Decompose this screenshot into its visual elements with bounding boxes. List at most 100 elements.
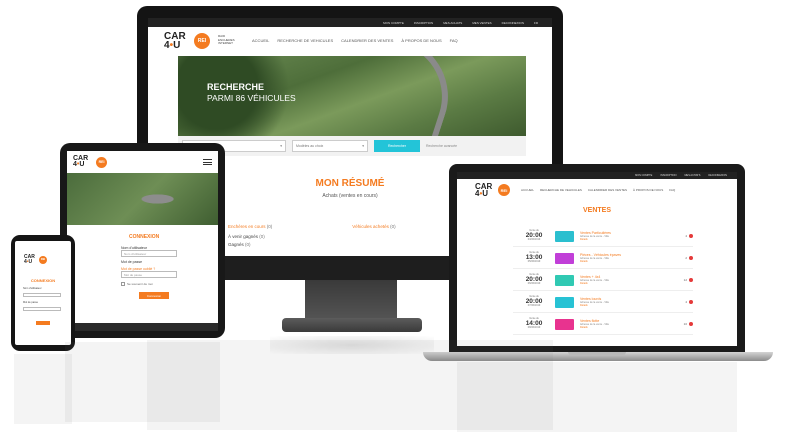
laptop-nav: CAR 4•U REI ACCUEIL RECHERCHE DE VEHICUL… (457, 179, 737, 201)
rei-logo: REI (194, 32, 210, 49)
favorite-icon[interactable] (689, 300, 693, 304)
sale-row[interactable]: Vente du 20:00 07/06/2019 Ventes lourds Adr… (513, 292, 693, 313)
rei-logo: REI (96, 156, 107, 168)
menu-faq[interactable]: FAQ (450, 38, 458, 43)
login-form: CONNEXION Nom d'utilisateur Nom d'utilis… (67, 225, 218, 299)
car4u-logo[interactable]: CAR 4•U (24, 255, 36, 264)
favorite-icon[interactable] (689, 234, 693, 238)
laptop-screen: MON COMPTE INSCRIPTION MES ACHATS DECONN… (457, 172, 737, 346)
hero-road (372, 56, 464, 136)
sale-info: Pièces - Véhicules épaves Adresse de la v… (580, 252, 622, 264)
phone-device: CAR 4•U REI CONNEXION Nom d'utilisateur … (11, 235, 75, 351)
tablet-footer (67, 323, 218, 331)
top-link-account[interactable]: MON COMPTE (635, 174, 652, 177)
sale-row[interactable]: Vente du 14:00 08/06/2019 Ventes flotte Adr… (513, 314, 693, 335)
menu-faq[interactable]: FAQ (669, 188, 675, 192)
sale-info: Ventes Particulières Adresse de la vente … (580, 230, 611, 242)
menu-calendar[interactable]: CALENDRIER DES VENTES (588, 188, 627, 192)
sale-date: Vente du 20:00 07/06/2019 (525, 295, 543, 308)
desktop-menu: ACCUEIL RECHERCHE DE VEHICULES CALENDRIE… (252, 38, 458, 43)
menu-about[interactable]: À PROPOS DE NOUS (633, 188, 663, 192)
logo-line2: 4•U (164, 39, 181, 51)
sale-info: Ventes + 4x4 Adresse de la vente - Ville D… (580, 274, 609, 286)
car4u-logo[interactable]: CAR 4•U (475, 182, 493, 197)
top-link-register[interactable]: INSCRIPTION (660, 174, 676, 177)
favorite-icon[interactable] (689, 278, 693, 282)
hero-banner: RECHERCHE PARMI 86 VÉHICULES (178, 56, 526, 136)
menu-calendar[interactable]: CALENDRIER DES VENTES (341, 38, 393, 43)
car4u-logo[interactable]: CAR 4•U (164, 31, 186, 51)
remember-me-checkbox[interactable]: Se souvenir de moi (121, 282, 218, 286)
sale-row[interactable]: Vente du 13:00 05/06/2019 Pièces - Véhicul… (513, 248, 693, 269)
sale-date: Vente du 20:00 06/06/2019 (525, 273, 543, 286)
sale-lot-count: 10 (683, 322, 687, 326)
hero-title: RECHERCHE (207, 82, 265, 92)
top-link-lang[interactable]: FR (534, 21, 538, 25)
top-link-sales[interactable]: MES VENTES (472, 21, 491, 25)
sale-info: Ventes flotte Adresse de la vente - Ville… (580, 318, 609, 330)
monitor-stand-base (282, 318, 422, 332)
desktop-top-strip: MON COMPTE INSCRIPTION MES ACHATS MES VE… (148, 18, 552, 27)
sale-lot-count: 2 (685, 256, 687, 260)
phone-password-label: Mot de passe (23, 301, 39, 304)
phone-username-input[interactable] (23, 293, 61, 297)
stat-item[interactable]: À venir gagnés (0) (228, 234, 265, 239)
top-link-logout[interactable]: DECONNEXION (708, 174, 727, 177)
top-link-purchases[interactable]: MES ACHATS (443, 21, 462, 25)
car4u-logo[interactable]: CAR 4•U (73, 155, 91, 169)
top-link-account[interactable]: MON COMPTE (383, 21, 404, 25)
sale-info: Ventes lourds Adresse de la vente - Ville… (580, 296, 609, 308)
password-label: Mot de passe (121, 260, 143, 264)
stat-item[interactable]: Gagnés (0) (228, 242, 265, 247)
laptop-top-strip: MON COMPTE INSCRIPTION MES ACHATS DECONN… (457, 172, 737, 179)
login-title: CONNEXION (129, 234, 160, 240)
sale-lot-count: 4 (685, 300, 687, 304)
menu-search[interactable]: RECHERCHE DE VEHICULES (540, 188, 582, 192)
rei-logo: REI (498, 184, 510, 196)
tablet-reflection (65, 342, 220, 422)
phone-screen: CAR 4•U REI CONNEXION Nom d'utilisateur … (15, 241, 71, 345)
top-link-logout[interactable]: DECONNEXION (502, 21, 524, 25)
phone-username-label: Nom d'utilisateur (23, 287, 42, 290)
menu-home[interactable]: ACCUEIL (252, 38, 269, 43)
tablet-device: CAR 4•U REI CONNEXION Nom d'utilisateur … (60, 143, 225, 338)
summary-stats-secondary: À venir gagnés (0) Gagnés (0) (228, 234, 265, 247)
favorite-icon[interactable] (689, 256, 693, 260)
tablet-screen: CAR 4•U REI CONNEXION Nom d'utilisateur … (67, 151, 218, 331)
phone-reflection (14, 354, 72, 424)
responsive-mockup-scene: MON COMPTE INSCRIPTION MES ACHATS MES VE… (0, 0, 786, 436)
hamburger-menu-icon[interactable] (203, 159, 212, 165)
search-bar: Toutes les marques▾ Modèles au choix▾ Re… (178, 136, 526, 156)
laptop-reflection (457, 362, 737, 432)
sale-row[interactable]: Vente du 20:00 06/06/2019 Ventes + 4x4 Adre… (513, 270, 693, 291)
top-link-purchases[interactable]: MES ACHATS (684, 174, 700, 177)
phone-login-button[interactable] (36, 321, 50, 325)
rei-logo: REI (39, 255, 47, 264)
checkbox-icon (121, 282, 125, 286)
stat-item[interactable]: Enchères en cours (0) (228, 224, 272, 229)
phone-password-input[interactable] (23, 307, 61, 311)
search-button[interactable]: Rechercher (374, 140, 420, 152)
sale-lot-count: 12 (683, 278, 687, 282)
menu-about[interactable]: À PROPOS DE NOUS (401, 38, 441, 43)
sale-lot-count: 4 (685, 234, 687, 238)
top-link-register[interactable]: INSCRIPTION (414, 21, 433, 25)
phone-header: CAR 4•U REI (15, 241, 71, 264)
advanced-search-link[interactable]: Recherche avancée (426, 144, 457, 148)
desktop-nav: CAR 4•U REI RAID ENCHERES INTERNET ACCUE… (148, 27, 552, 54)
menu-search[interactable]: RECHERCHE DE VEHICULES (277, 38, 333, 43)
username-input[interactable]: Nom d'utilisateur (121, 250, 177, 257)
phone-login-title: CONNEXION (30, 278, 56, 283)
sale-thumbnail (555, 274, 574, 286)
sales-title: VENTES (582, 207, 611, 214)
menu-home[interactable]: ACCUEIL (521, 188, 534, 192)
model-select[interactable]: Modèles au choix ▾ (292, 140, 368, 152)
stat-item[interactable]: Véhicules achetés (0) (352, 224, 395, 229)
laptop-device: MON COMPTE INSCRIPTION MES ACHATS DECONN… (449, 164, 745, 352)
laptop-menu: ACCUEIL RECHERCHE DE VEHICULES CALENDRIE… (521, 188, 675, 192)
login-button[interactable]: Connexion (139, 292, 169, 299)
tablet-header: CAR 4•U REI (67, 151, 218, 173)
password-input[interactable]: Mot de passe (121, 271, 177, 278)
favorite-icon[interactable] (689, 322, 693, 326)
sale-row[interactable]: Vente du 20:00 04/06/2019 Ventes Particuli… (513, 226, 693, 247)
